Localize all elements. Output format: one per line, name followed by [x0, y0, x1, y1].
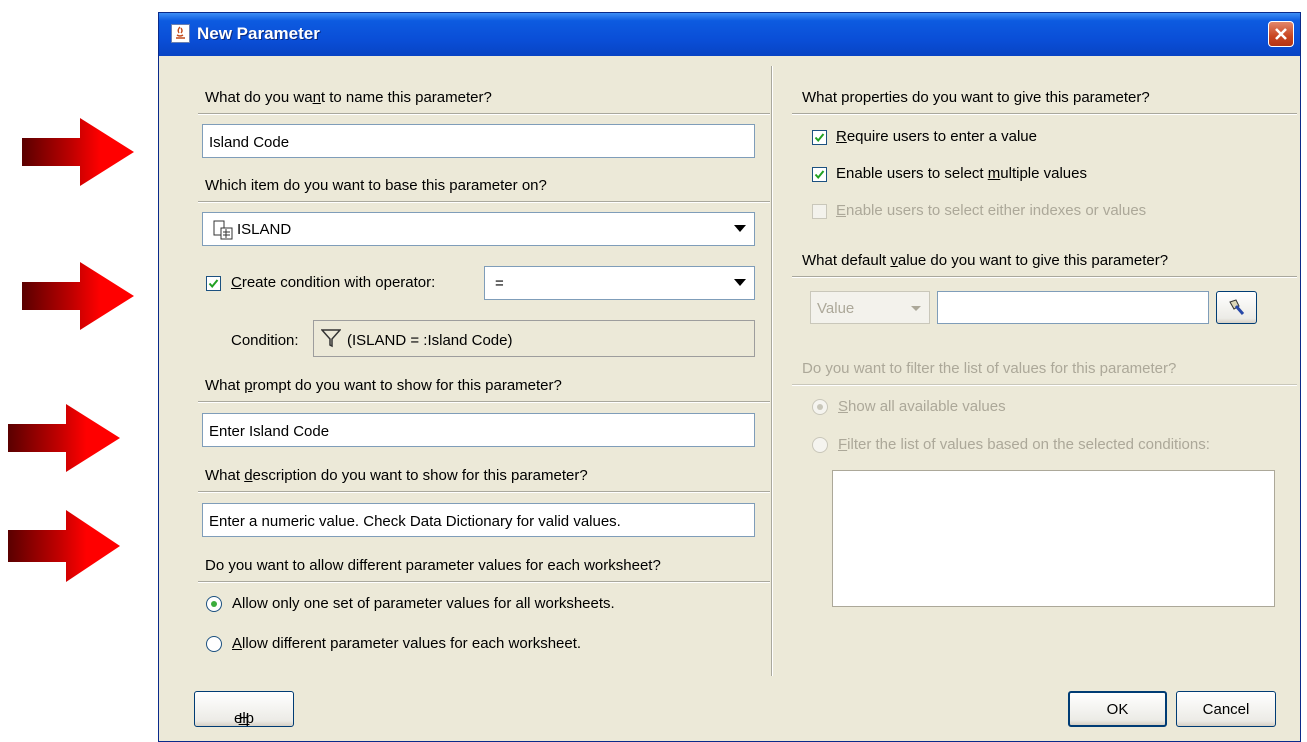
description-input[interactable]: Enter a numeric value. Check Data Dictio…: [202, 503, 755, 537]
condition-label: Condition:: [231, 332, 299, 349]
radio-different-values[interactable]: [206, 636, 222, 652]
properties-question: What properties do you want to give this…: [802, 89, 1150, 106]
dialog-title: New Parameter: [197, 24, 320, 43]
conditions-list[interactable]: [832, 470, 1275, 607]
annotation-arrow-4: [8, 510, 120, 582]
condition-value: (ISLAND = :Island Code): [347, 332, 513, 349]
dialog-body: What do you want to name this parameter?…: [162, 56, 1297, 741]
divider: [198, 401, 770, 403]
radio-different-values-label[interactable]: Allow different parameter values for eac…: [232, 635, 581, 652]
checkmark-icon: [814, 133, 825, 143]
radio-one-set[interactable]: [206, 596, 222, 612]
item-icon: [213, 220, 233, 240]
radio-show-all-values-label[interactable]: Show all available values: [838, 398, 1006, 415]
base-item-value: ISLAND: [237, 221, 292, 238]
help-button[interactable]: Help: [194, 691, 294, 727]
divider: [198, 581, 770, 583]
description-question: What description do you want to show for…: [205, 467, 588, 484]
default-type-value: Value: [817, 300, 855, 317]
ok-button[interactable]: OK: [1068, 691, 1167, 727]
indexes-or-values-label[interactable]: Enable users to select either indexes or…: [836, 202, 1146, 219]
radio-filter-list[interactable]: [812, 437, 828, 453]
prompt-question: What prompt do you want to show for this…: [205, 377, 562, 394]
default-question: What default value do you want to give t…: [802, 252, 1169, 269]
default-type-select[interactable]: Value: [810, 291, 930, 324]
close-icon: [1275, 28, 1287, 40]
close-button[interactable]: [1268, 21, 1294, 47]
chevron-down-icon: [911, 306, 921, 311]
radio-filter-list-label[interactable]: Filter the list of values based on the s…: [838, 436, 1210, 453]
radio-one-set-label[interactable]: Allow only one set of parameter values f…: [232, 595, 615, 612]
operator-select[interactable]: =: [484, 266, 755, 300]
chevron-down-icon: [734, 279, 746, 286]
name-question: What do you want to name this parameter?: [205, 89, 492, 106]
divider: [198, 491, 770, 493]
radio-show-all-values[interactable]: [812, 399, 828, 415]
indexes-or-values-checkbox[interactable]: [812, 204, 827, 219]
parameter-name-input[interactable]: Island Code: [202, 124, 755, 158]
allow-question: Do you want to allow different parameter…: [205, 557, 661, 574]
filter-question: Do you want to filter the list of values…: [802, 360, 1177, 377]
annotation-arrow-2: [22, 262, 134, 330]
cancel-button[interactable]: Cancel: [1176, 691, 1276, 727]
divider: [792, 113, 1297, 115]
base-item-select[interactable]: ISLAND: [202, 212, 755, 246]
require-value-checkbox[interactable]: [812, 130, 827, 145]
operator-value: =: [495, 275, 504, 292]
divider: [198, 201, 770, 203]
divider: [792, 384, 1297, 386]
item-question: Which item do you want to base this para…: [205, 177, 547, 194]
create-condition-checkbox[interactable]: [206, 276, 221, 291]
create-condition-label[interactable]: Create condition with operator:: [231, 274, 435, 291]
default-value-input[interactable]: [937, 291, 1209, 324]
lov-picker-button[interactable]: [1216, 291, 1257, 324]
checkmark-icon: [814, 170, 825, 180]
title-bar[interactable]: New Parameter: [159, 13, 1300, 56]
flashlight-icon: [1229, 299, 1245, 315]
divider: [198, 113, 770, 115]
multiple-values-label[interactable]: Enable users to select multiple values: [836, 165, 1087, 182]
annotation-arrow-3: [8, 404, 120, 472]
divider: [792, 276, 1297, 278]
filter-icon: [321, 329, 341, 348]
checkmark-icon: [208, 279, 219, 289]
require-value-label[interactable]: Require users to enter a value: [836, 128, 1037, 145]
prompt-input[interactable]: Enter Island Code: [202, 413, 755, 447]
condition-display: (ISLAND = :Island Code): [313, 320, 755, 357]
multiple-values-checkbox[interactable]: [812, 167, 827, 182]
column-divider: [771, 66, 773, 676]
chevron-down-icon: [734, 225, 746, 232]
annotation-arrow-1: [22, 118, 134, 186]
new-parameter-dialog: New Parameter What do you want to name t…: [158, 12, 1301, 742]
java-app-icon: [171, 24, 190, 43]
